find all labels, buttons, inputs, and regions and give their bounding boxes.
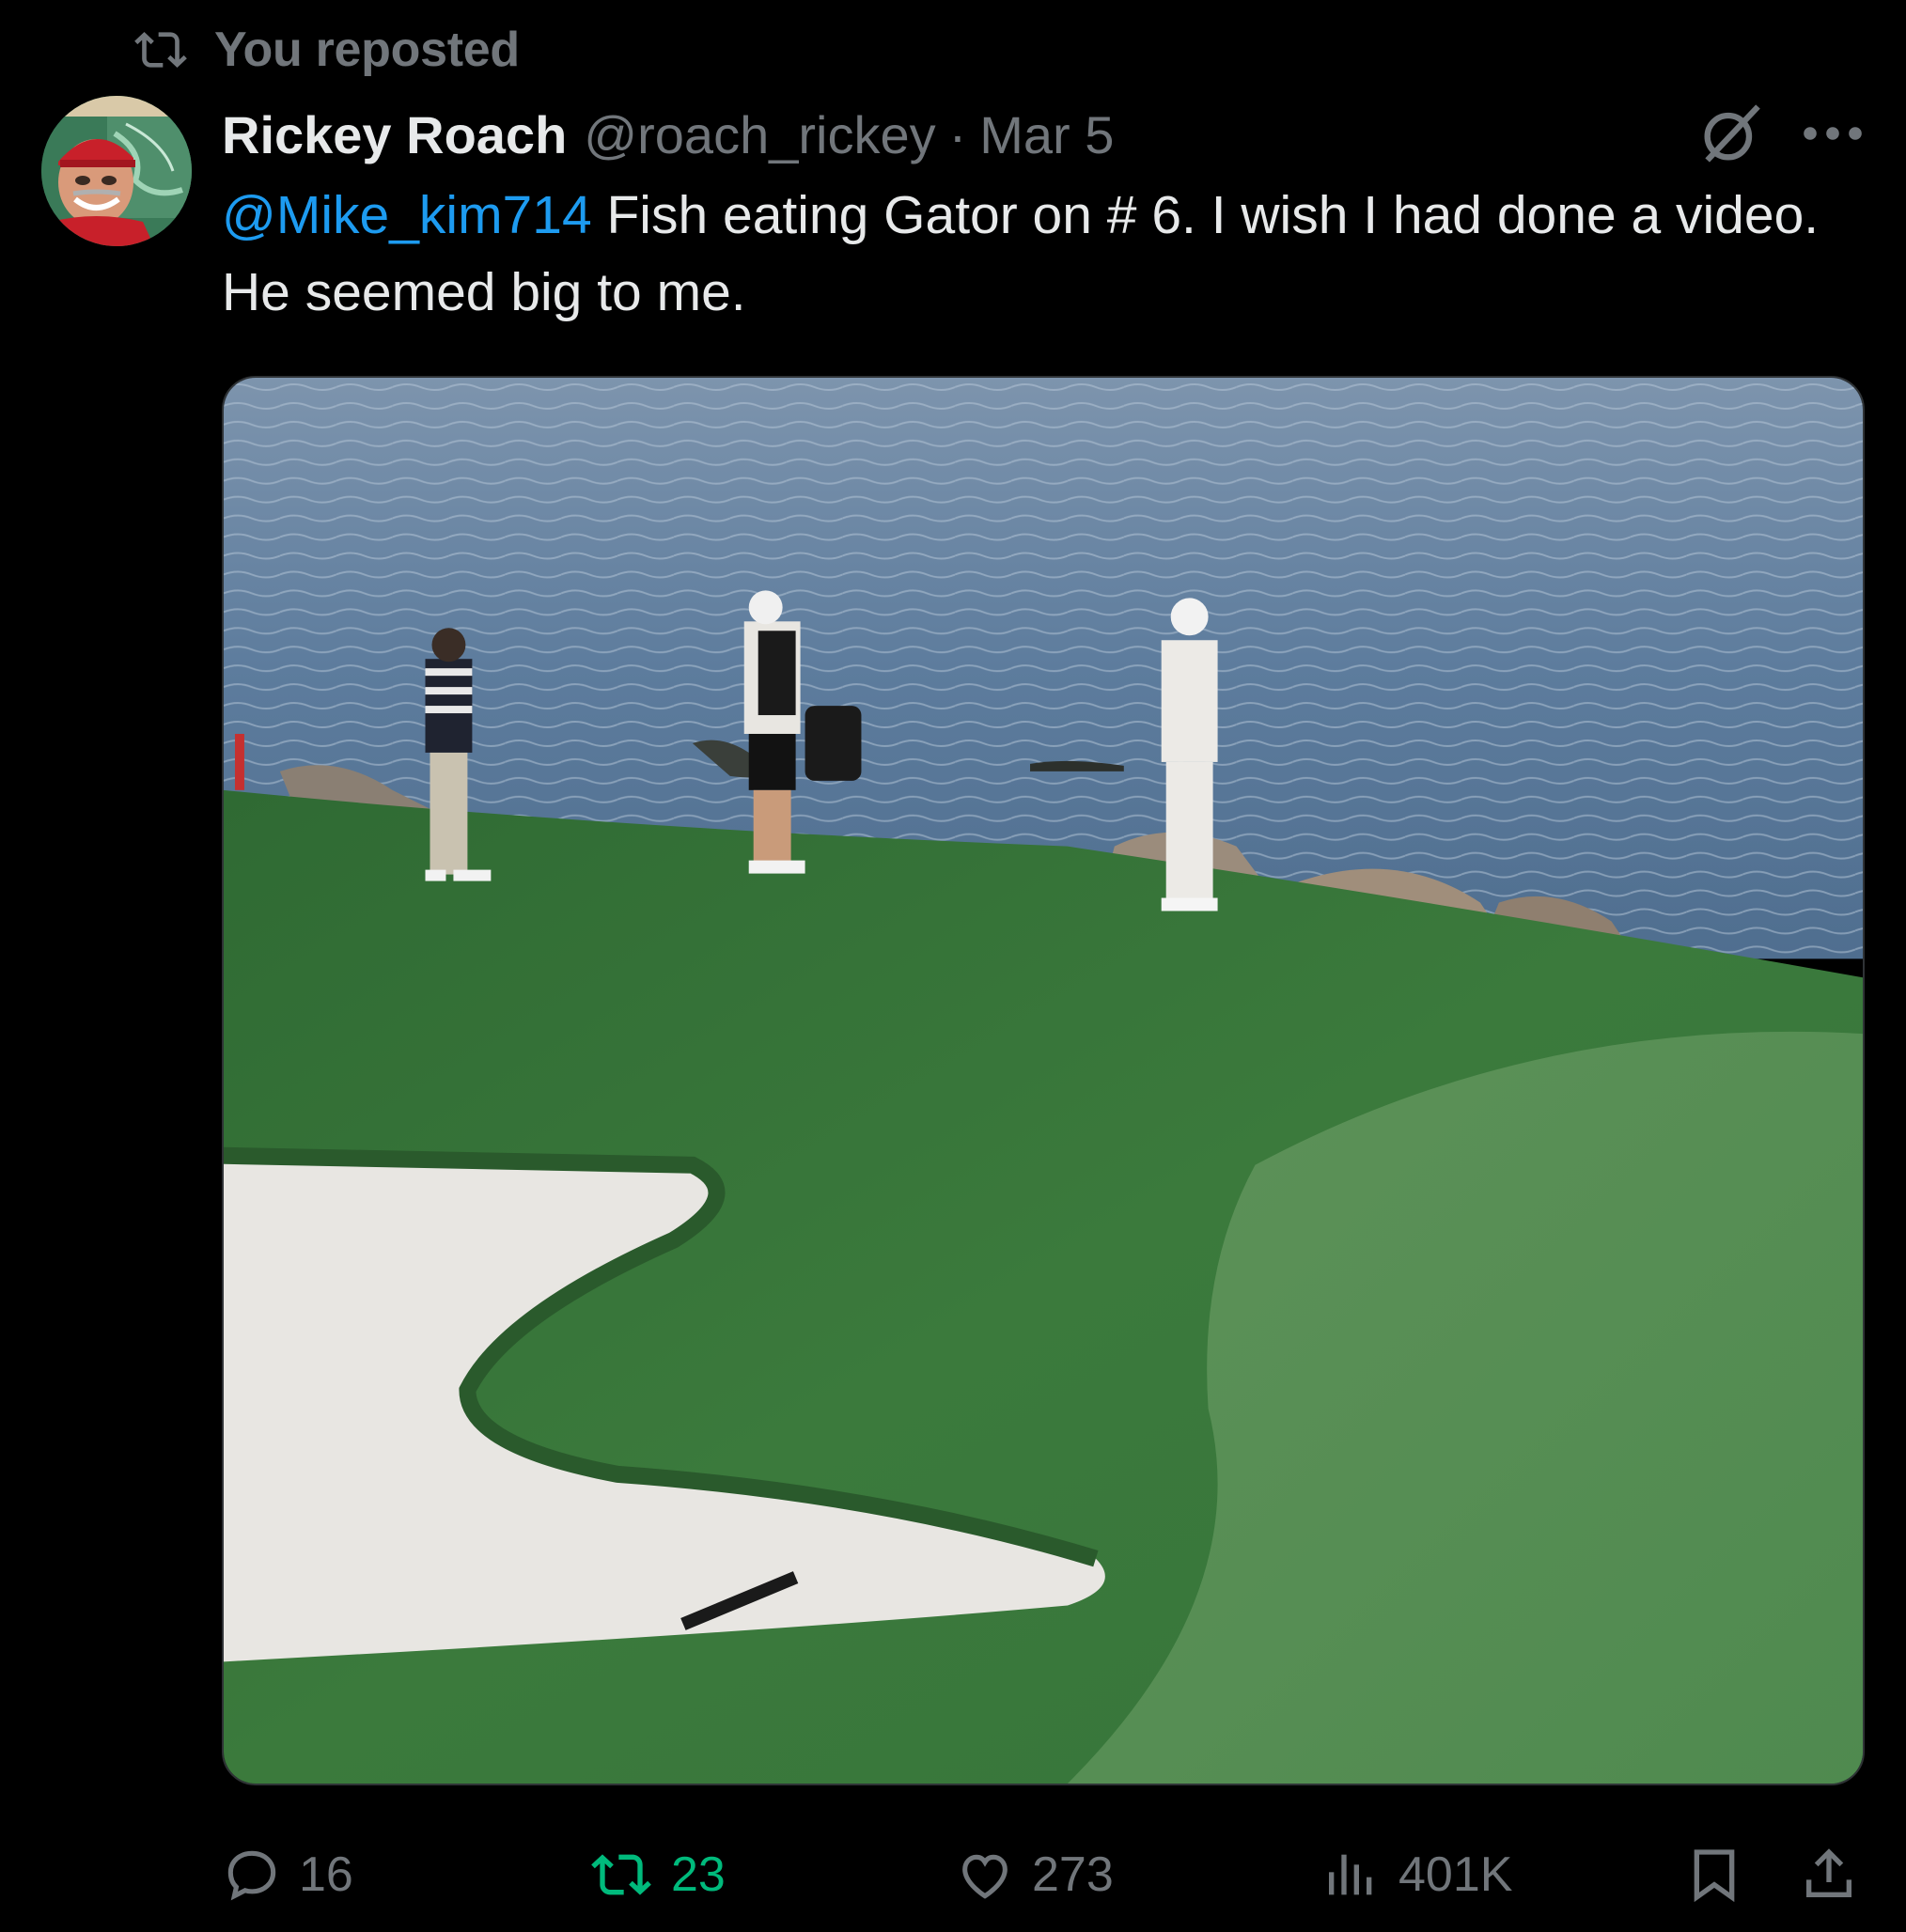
author-avatar[interactable] bbox=[41, 96, 192, 246]
views-button[interactable]: 401K bbox=[1321, 1832, 1512, 1917]
reply-icon bbox=[227, 1850, 276, 1901]
repost-icon bbox=[134, 32, 187, 68]
like-count: 273 bbox=[1032, 1847, 1114, 1902]
header-separator: · bbox=[948, 104, 967, 164]
reply-count: 16 bbox=[299, 1847, 353, 1902]
avatar-photo bbox=[41, 96, 192, 246]
author-handle[interactable]: @roach_rickey bbox=[584, 104, 935, 165]
repost-banner-text: You reposted bbox=[214, 23, 520, 77]
views-icon bbox=[1329, 1854, 1372, 1895]
like-button[interactable]: 273 bbox=[955, 1832, 1114, 1917]
bookmark-icon bbox=[1694, 1849, 1735, 1903]
golf-course-photo bbox=[224, 378, 1863, 1784]
reply-button[interactable]: 16 bbox=[222, 1832, 353, 1917]
tweet-photo[interactable] bbox=[222, 376, 1865, 1785]
tweet-date[interactable]: Mar 5 bbox=[979, 104, 1114, 165]
share-icon bbox=[1806, 1848, 1851, 1897]
repost-banner[interactable]: You reposted bbox=[132, 21, 520, 79]
mention-link[interactable]: @Mike_kim714 bbox=[222, 185, 592, 245]
share-button[interactable] bbox=[1799, 1832, 1859, 1917]
tweet-text: @Mike_kim714 Fish eating Gator on # 6. I… bbox=[222, 177, 1838, 331]
author-name[interactable]: Rickey Roach bbox=[222, 104, 567, 165]
tweet-header: Rickey Roach @roach_rickey · Mar 5 bbox=[222, 100, 1114, 169]
tweet-actions: 16 23 273 401K bbox=[222, 1832, 1865, 1917]
heart-icon bbox=[962, 1854, 1008, 1899]
view-count: 401K bbox=[1398, 1847, 1513, 1902]
more-icon[interactable] bbox=[1801, 109, 1865, 158]
grok-icon[interactable] bbox=[1695, 98, 1767, 169]
repost-button[interactable]: 23 bbox=[588, 1832, 726, 1917]
repost-count: 23 bbox=[671, 1847, 726, 1902]
repost-icon bbox=[591, 1854, 651, 1895]
bookmark-button[interactable] bbox=[1684, 1832, 1744, 1917]
